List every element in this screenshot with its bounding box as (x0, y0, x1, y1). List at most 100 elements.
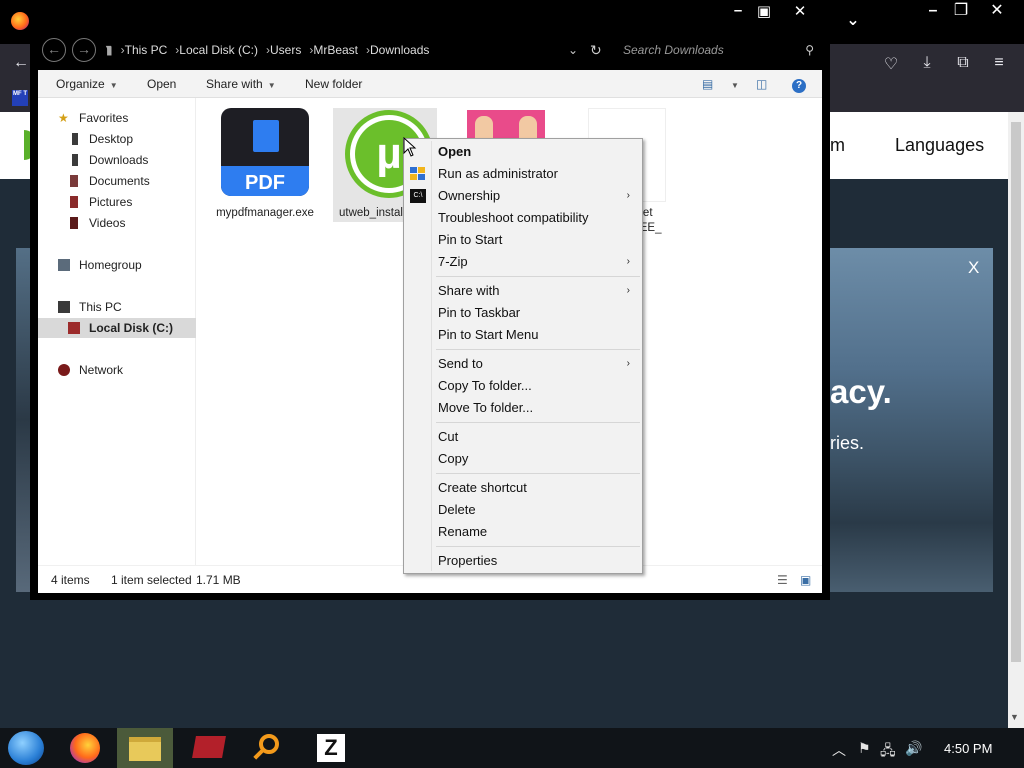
extensions-icon[interactable]: ⧉ (952, 54, 974, 72)
start-orb-icon (8, 731, 44, 765)
menu-item-7zip[interactable]: 7-Zip › (406, 251, 640, 273)
command-bar: Organize ▼ Open Share with ▼ New folder ▤ … (38, 70, 822, 98)
nav-documents[interactable]: Documents (38, 171, 196, 191)
flag-icon[interactable]: ⚑ (858, 740, 871, 757)
menu-item-share-with[interactable]: Share with › (406, 280, 640, 302)
nav-homegroup[interactable]: Homegroup (38, 255, 196, 275)
menu-item-properties[interactable]: Properties (406, 550, 640, 572)
scroll-down-icon[interactable]: ▼ (1010, 712, 1019, 722)
menu-item-cut[interactable]: Cut (406, 426, 640, 448)
preview-pane-icon[interactable]: ◫ (756, 70, 767, 98)
scrollbar-thumb[interactable] (1011, 122, 1021, 662)
close-icon[interactable]: ✕ (788, 2, 812, 20)
menu-separator (436, 473, 640, 474)
list-all-tabs-icon[interactable]: ⌄ (842, 12, 864, 30)
crumb-downloads[interactable]: Downloads (370, 43, 429, 57)
menu-icon[interactable]: ≡ (988, 54, 1010, 72)
nav-pictures[interactable]: Pictures (38, 192, 196, 212)
menu-label: Rename (438, 524, 488, 539)
navigation-pane: ★ Favorites Desktop Downloads Documents … (38, 98, 196, 565)
nav-label: Homegroup (79, 258, 142, 272)
page-scrollbar[interactable]: ▼ (1008, 112, 1024, 728)
maximize-icon[interactable]: ▣ (752, 2, 776, 20)
search-input[interactable]: Search Downloads ⚲ (618, 38, 818, 62)
menu-item-run-as-admin[interactable]: Run as administrator (406, 163, 640, 185)
taskbar-media-app[interactable] (180, 728, 236, 768)
menu-item-copy[interactable]: Copy (406, 448, 640, 470)
firefox-icon[interactable] (11, 12, 29, 30)
menu-item-open[interactable]: Open (406, 141, 640, 163)
face-icon (475, 116, 493, 140)
back-icon[interactable]: ← (10, 54, 32, 72)
menu-item-pin-to-start-menu[interactable]: Pin to Start Menu (406, 324, 640, 346)
minimize-icon[interactable]: – (922, 2, 944, 20)
large-icons-view-icon[interactable]: ▣ (800, 573, 811, 587)
breadcrumb[interactable]: ▮ ›This PC ›Local Disk (C:) ›Users ›MrBeast ›… (106, 38, 610, 62)
taskbar-file-explorer[interactable] (117, 728, 173, 768)
share-with-button[interactable]: Share with ▼ (206, 70, 276, 98)
view-options-icon[interactable]: ▼ (726, 70, 739, 98)
details-view-icon[interactable]: ☰ (777, 573, 788, 587)
network-icon[interactable]: 🖧 (880, 740, 896, 764)
crumb-users[interactable]: Users (270, 43, 301, 57)
crumb-local-disk[interactable]: Local Disk (C:) (179, 43, 258, 57)
nav-this-pc[interactable]: This PC (38, 297, 196, 317)
menu-item-rename[interactable]: Rename (406, 521, 640, 543)
menu-label: Pin to Start Menu (438, 327, 539, 342)
new-folder-button[interactable]: New folder (305, 70, 362, 98)
organize-button[interactable]: Organize ▼ (56, 70, 118, 98)
crumb-this-pc[interactable]: This PC (125, 43, 168, 57)
chevron-down-icon: ▼ (731, 81, 739, 90)
pocket-icon[interactable]: ♡ (880, 54, 902, 74)
taskbar-firefox[interactable] (58, 728, 114, 768)
crumb-mrbeast[interactable]: MrBeast (313, 43, 358, 57)
change-view-icon[interactable]: ▤ (702, 70, 713, 98)
taskbar-search-tool[interactable] (243, 728, 299, 768)
menu-label: Copy To folder... (438, 378, 532, 393)
menu-item-ownership[interactable]: C:\ Ownership › (406, 185, 640, 207)
nav-videos[interactable]: Videos (38, 213, 196, 233)
hero-close-button[interactable]: X (968, 258, 979, 278)
site-nav-item[interactable]: m (830, 135, 845, 156)
help-icon[interactable]: ? (792, 70, 806, 98)
menu-item-copy-to-folder[interactable]: Copy To folder... (406, 375, 640, 397)
close-icon[interactable]: ✕ (986, 2, 1008, 20)
menu-label: 7-Zip (438, 254, 468, 269)
menu-label: Pin to Start (438, 232, 503, 247)
nav-desktop[interactable]: Desktop (38, 129, 196, 149)
menu-item-create-shortcut[interactable]: Create shortcut (406, 477, 640, 499)
back-icon[interactable]: ← (42, 38, 66, 62)
documents-icon (70, 175, 78, 187)
nav-favorites[interactable]: ★ Favorites (38, 108, 196, 128)
address-row: ← → ▼ ▮ ›This PC ›Local Disk (C:) ›Users ›Mr… (30, 34, 830, 66)
menu-item-move-to-folder[interactable]: Move To folder... (406, 397, 640, 419)
nav-downloads[interactable]: Downloads (38, 150, 196, 170)
refresh-icon[interactable]: ↻ (590, 38, 602, 62)
nav-network[interactable]: Network (38, 360, 196, 380)
search-placeholder: Search Downloads (623, 43, 724, 57)
nav-local-disk[interactable]: Local Disk (C:) (38, 318, 196, 338)
show-hidden-icons-icon[interactable]: ︿ (832, 740, 846, 760)
nav-label: Videos (89, 216, 126, 230)
search-icon[interactable]: ⚲ (805, 38, 814, 62)
menu-item-pin-to-start[interactable]: Pin to Start (406, 229, 640, 251)
taskbar-z-app[interactable]: Z (305, 728, 361, 768)
minimize-icon[interactable]: – (726, 2, 750, 19)
address-dropdown-icon[interactable]: ⌄ (568, 38, 578, 62)
submenu-arrow-icon: › (626, 285, 630, 296)
document-icon (253, 120, 279, 152)
menu-item-delete[interactable]: Delete (406, 499, 640, 521)
forward-icon[interactable]: → (72, 38, 96, 62)
menu-item-send-to[interactable]: Send to › (406, 353, 640, 375)
volume-icon[interactable]: 🔊 (905, 740, 922, 757)
bookmark-favicon[interactable]: MF T (12, 90, 28, 106)
site-nav-languages[interactable]: Languages (895, 135, 984, 156)
maximize-icon[interactable]: ❐ (950, 2, 972, 20)
start-button[interactable] (0, 728, 56, 768)
menu-item-troubleshoot[interactable]: Troubleshoot compatibility (406, 207, 640, 229)
downloads-icon[interactable]: ⤓ (916, 54, 938, 72)
clock[interactable]: 4:50 PM (944, 741, 992, 756)
menu-item-pin-to-taskbar[interactable]: Pin to Taskbar (406, 302, 640, 324)
file-item[interactable]: PDF mypdfmanager.exe (213, 108, 317, 222)
open-button[interactable]: Open (147, 70, 176, 98)
